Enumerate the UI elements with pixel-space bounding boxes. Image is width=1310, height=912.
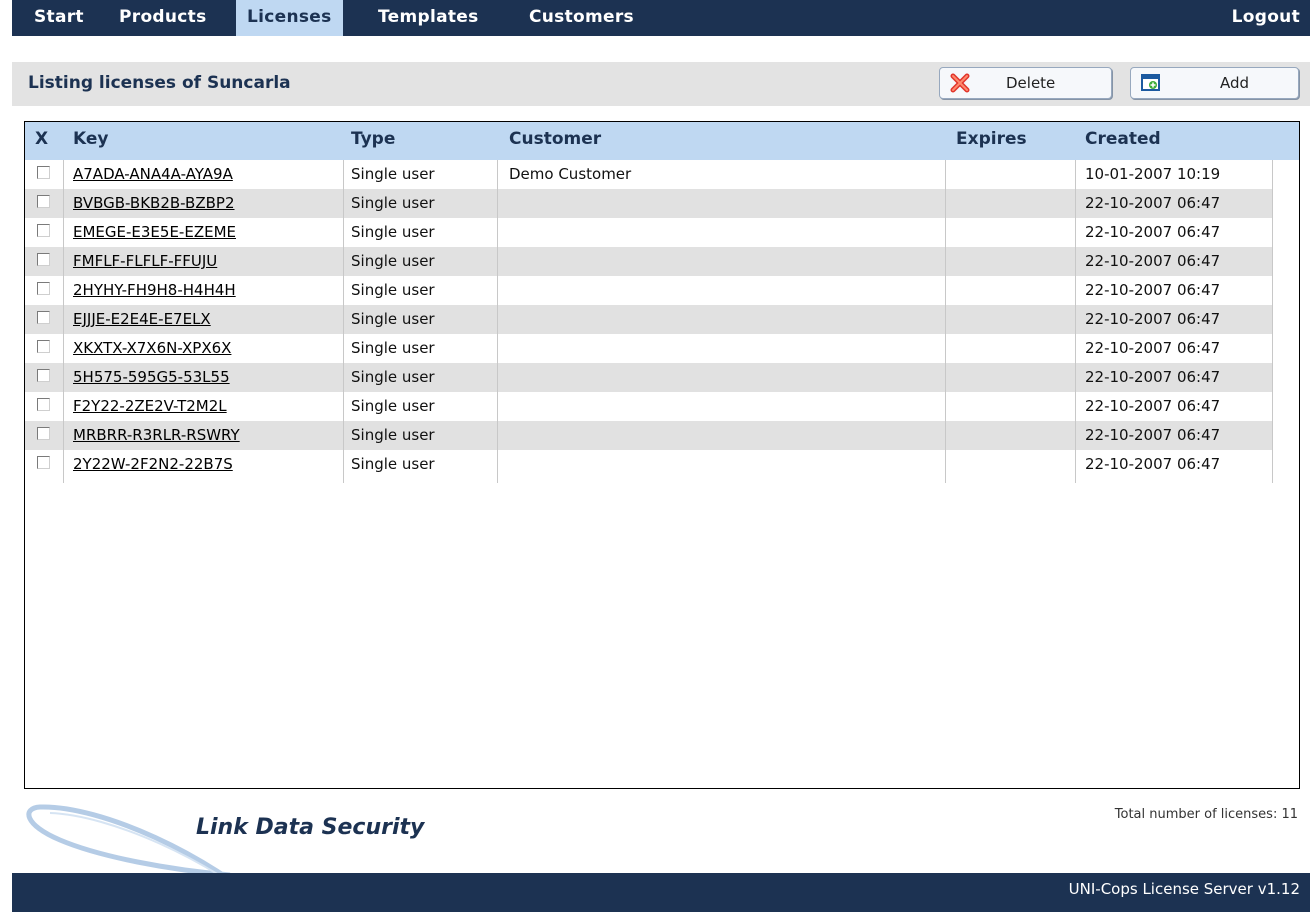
nav-start[interactable]: Start [34,0,84,36]
license-type: Single user [351,455,435,473]
license-created: 22-10-2007 06:47 [1085,339,1221,357]
license-type: Single user [351,339,435,357]
license-key-link[interactable]: 2Y22W-2F2N2-22B7S [73,450,233,479]
nav-products[interactable]: Products [119,0,207,36]
license-type: Single user [351,310,435,328]
license-created: 22-10-2007 06:47 [1085,310,1221,328]
row-checkbox[interactable] [37,253,50,266]
table-row: MRBRR-R3RLR-RSWRY Single user 22-10-2007 0… [25,421,1272,450]
column-divider [63,160,64,483]
table-row: BVBGB-BKB2B-BZBP2 Single user 22-10-2007 0… [25,189,1272,218]
col-key[interactable]: Key [73,129,109,149]
table-row: FMFLF-FLFLF-FFUJU Single user 22-10-2007 0… [25,247,1272,276]
row-checkbox[interactable] [37,456,50,469]
delete-button[interactable]: Delete [939,67,1112,99]
nav-templates[interactable]: Templates [378,0,479,36]
license-key-link[interactable]: EJJJE-E2E4E-E7ELX [73,305,211,334]
title-bar: Listing licenses of Suncarla Delete Add [12,62,1310,106]
license-key-link[interactable]: BVBGB-BKB2B-BZBP2 [73,189,234,218]
row-checkbox[interactable] [37,166,50,179]
license-key-link[interactable]: XKXTX-X7X6N-XPX6X [73,334,231,363]
table-row: XKXTX-X7X6N-XPX6X Single user 22-10-2007 0… [25,334,1272,363]
row-checkbox[interactable] [37,427,50,440]
license-created: 22-10-2007 06:47 [1085,426,1221,444]
col-customer[interactable]: Customer [509,129,601,149]
table-row: F2Y22-2ZE2V-T2M2L Single user 22-10-2007 0… [25,392,1272,421]
license-type: Single user [351,281,435,299]
table-header: X Key Type Customer Expires Created [25,122,1299,160]
license-created: 22-10-2007 06:47 [1085,223,1221,241]
license-key-link[interactable]: FMFLF-FLFLF-FFUJU [73,247,217,276]
logout-link[interactable]: Logout [1232,0,1300,36]
table-row: 2HYHY-FH9H8-H4H4H Single user 22-10-2007 0… [25,276,1272,305]
license-created: 22-10-2007 06:47 [1085,281,1221,299]
license-created: 22-10-2007 06:47 [1085,455,1221,473]
license-type: Single user [351,194,435,212]
license-created: 22-10-2007 06:47 [1085,397,1221,415]
footer-bar: UNI-Cops License Server v1.12 [12,873,1310,912]
license-type: Single user [351,165,435,183]
page-title: Listing licenses of Suncarla [28,73,291,93]
table-row: EJJJE-E2E4E-E7ELX Single user 22-10-2007 0… [25,305,1272,334]
license-customer: Demo Customer [509,165,632,183]
license-type: Single user [351,223,435,241]
license-key-link[interactable]: A7ADA-ANA4A-AYA9A [73,160,233,189]
license-created: 22-10-2007 06:47 [1085,368,1221,386]
top-nav: Start Products Licenses Templates Custom… [12,0,1310,36]
column-divider [343,160,344,483]
license-key-link[interactable]: MRBRR-R3RLR-RSWRY [73,421,240,450]
add-label: Add [1220,74,1250,92]
row-checkbox[interactable] [37,195,50,208]
col-x[interactable]: X [35,129,48,149]
version-text: UNI-Cops License Server v1.12 [1068,880,1300,898]
col-expires[interactable]: Expires [956,129,1027,149]
license-table: X Key Type Customer Expires Created A7AD… [24,121,1300,789]
row-checkbox[interactable] [37,311,50,324]
col-created[interactable]: Created [1085,129,1161,149]
table-row: A7ADA-ANA4A-AYA9A Single user Demo Custome… [25,160,1272,189]
license-created: 22-10-2007 06:47 [1085,252,1221,270]
row-checkbox[interactable] [37,369,50,382]
add-icon [1141,74,1160,91]
delete-label: Delete [1006,74,1056,92]
table-row: EMEGE-E3E5E-EZEME Single user 22-10-2007 0… [25,218,1272,247]
license-created: 10-01-2007 10:19 [1085,165,1221,183]
license-type: Single user [351,397,435,415]
license-key-link[interactable]: EMEGE-E3E5E-EZEME [73,218,236,247]
license-key-link[interactable]: F2Y22-2ZE2V-T2M2L [73,392,227,421]
table-row: 2Y22W-2F2N2-22B7S Single user 22-10-2007 0… [25,450,1272,479]
row-checkbox[interactable] [37,282,50,295]
license-type: Single user [351,426,435,444]
table-row: 5H575-595G5-53L55 Single user 22-10-2007 0… [25,363,1272,392]
column-divider [497,160,498,483]
row-checkbox[interactable] [37,224,50,237]
license-key-link[interactable]: 5H575-595G5-53L55 [73,363,230,392]
delete-icon [950,73,970,93]
row-checkbox[interactable] [37,398,50,411]
column-divider [1272,160,1273,483]
license-type: Single user [351,252,435,270]
nav-customers[interactable]: Customers [529,0,634,36]
total-count: Total number of licenses: 11 [1114,807,1298,822]
nav-licenses[interactable]: Licenses [236,0,343,36]
column-divider [945,160,946,483]
col-type[interactable]: Type [351,129,395,149]
add-button[interactable]: Add [1130,67,1299,99]
license-key-link[interactable]: 2HYHY-FH9H8-H4H4H [73,276,236,305]
column-divider [1075,160,1076,483]
license-created: 22-10-2007 06:47 [1085,194,1221,212]
license-type: Single user [351,368,435,386]
brand-logo: Link Data Security [196,815,425,840]
row-checkbox[interactable] [37,340,50,353]
